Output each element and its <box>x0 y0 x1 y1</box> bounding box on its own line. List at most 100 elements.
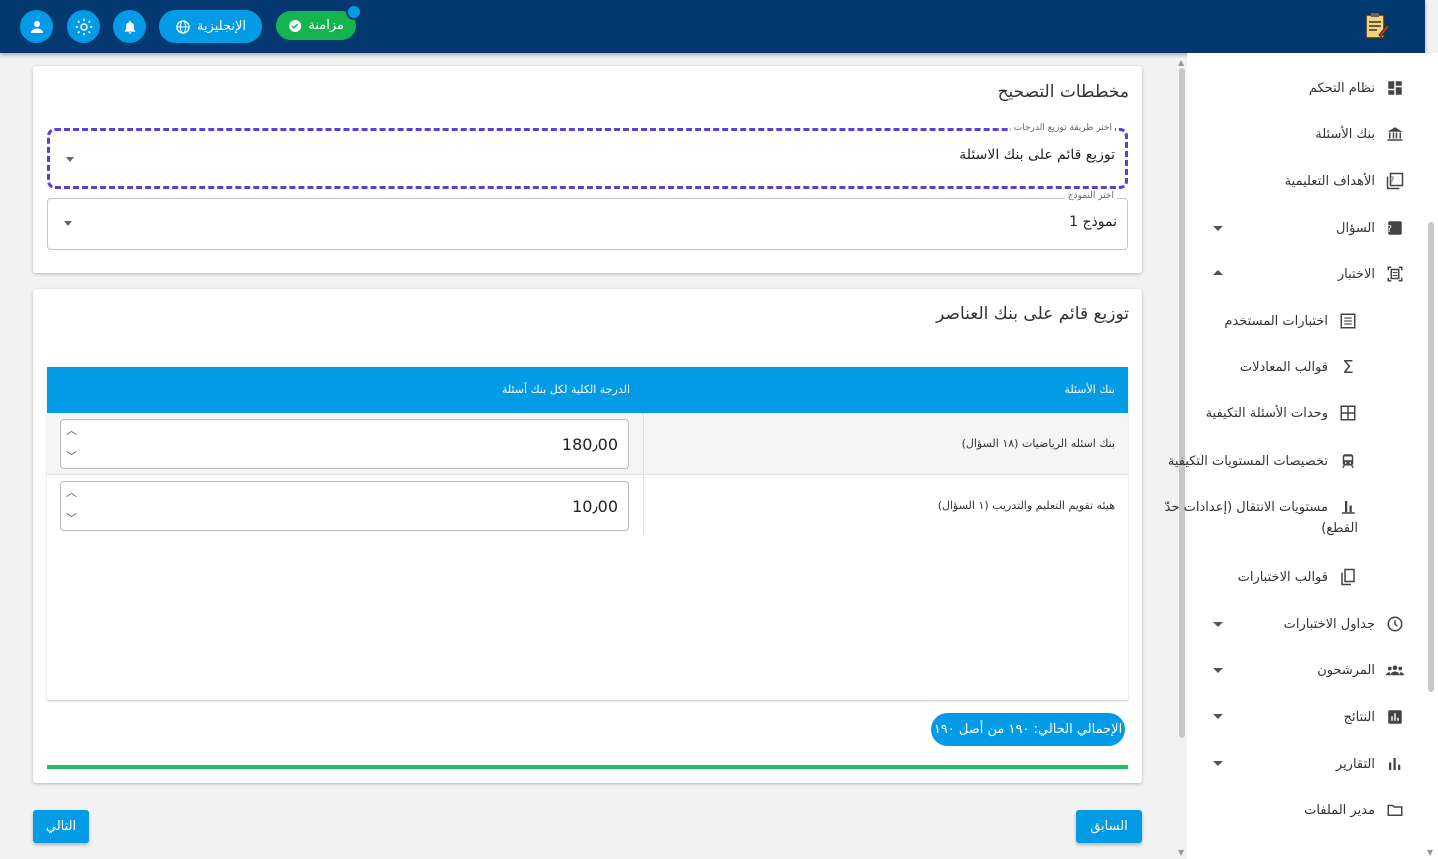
sidebar-item-exam-schedules[interactable]: جداول الاختبارات <box>1284 604 1405 644</box>
svg-text:?: ? <box>1387 224 1392 235</box>
list-icon <box>1338 311 1358 331</box>
sidebar-item-label: اختبارات المستخدم <box>1224 313 1328 329</box>
user-profile-button[interactable] <box>20 10 53 43</box>
next-button[interactable]: التالي <box>33 810 89 843</box>
decrement-icon[interactable]: ﹀ <box>66 510 77 526</box>
sidebar-item-user-exams[interactable]: اختبارات المستخدم <box>1224 301 1358 341</box>
reports-icon <box>1385 754 1405 774</box>
model-value: نموذج 1 <box>1069 214 1117 230</box>
distribution-progress-bar <box>47 765 1128 769</box>
language-switch-button[interactable]: الإنجليزية <box>159 10 262 43</box>
bank-name: هيئه تقويم التعليم والتدريب (١ السؤال) <box>937 499 1115 512</box>
column-header-total: الدرجة الكلية لكل بنك أسئلة <box>501 383 630 396</box>
table-header: بنك الأسئلة الدرجة الكلية لكل بنك أسئلة <box>47 367 1128 413</box>
copy-icon <box>1338 567 1358 587</box>
distribution-method-select[interactable]: اختر طريقة توزيع الدرجات توزيع قائم على … <box>47 123 1128 189</box>
language-label: الإنجليزية <box>196 19 247 34</box>
sidebar-item-label: قوالب الاختبارات <box>1237 569 1328 585</box>
distribution-card: توزيع قائم على بنك العناصر بنك الأسئلة ا… <box>33 289 1142 783</box>
sidebar-item-question-bank[interactable]: بنك الأسئلة <box>1315 114 1405 154</box>
app-logo-icon[interactable] <box>1361 11 1391 41</box>
sidebar-item-label: مستويات الانتقال (إعدادات حدّ <box>1164 499 1328 515</box>
sidebar-item-label: التقارير <box>1335 756 1375 772</box>
clock-icon <box>1385 614 1405 634</box>
sidebar-item-label: قوالب المعادلات <box>1239 359 1328 375</box>
sidebar-item-adaptive-levels[interactable]: تخصيصات المستويات التكيفية <box>1168 441 1358 481</box>
sync-button[interactable]: مزامنة <box>276 4 362 40</box>
sidebar-item-equation-templates[interactable]: Σ قوالب المعادلات <box>1240 347 1358 387</box>
sidebar-item-label: وحدات الأسئلة التكيفية <box>1205 405 1328 421</box>
sidebar-item-adaptive-units[interactable]: وحدات الأسئلة التكيفية <box>1206 393 1358 433</box>
increment-icon[interactable]: ︿ <box>66 484 77 500</box>
chevron-down-icon[interactable] <box>1213 761 1223 766</box>
sidebar-item-label: مدير الملفات <box>1304 802 1375 818</box>
score-value: 180٫00 <box>561 435 618 454</box>
theme-toggle-button[interactable] <box>67 10 100 43</box>
distribution-title: توزيع قائم على بنك العناصر <box>936 304 1129 324</box>
bank-icon <box>1385 124 1405 144</box>
page-scrollbar[interactable] <box>1428 222 1434 692</box>
sidebar-item-label: النتائج <box>1343 709 1375 725</box>
sidebar-item-exam-templates[interactable]: قوالب الاختبارات <box>1238 557 1358 597</box>
notifications-button[interactable] <box>113 10 146 43</box>
chevron-down-icon[interactable] <box>1213 622 1223 627</box>
globe-icon <box>176 19 190 34</box>
sidebar-item-dashboard[interactable]: نظام التحكم <box>1309 68 1405 108</box>
bar-chart-icon <box>1338 497 1358 517</box>
objectives-icon: ? <box>1385 171 1405 191</box>
chevron-down-icon[interactable] <box>1213 714 1223 719</box>
sun-icon <box>75 18 92 35</box>
question-icon: ? <box>1385 218 1405 238</box>
sidebar-item-candidates[interactable]: المرشحون <box>1317 650 1405 690</box>
top-app-bar: الإنجليزية مزامنة <box>0 0 1425 53</box>
current-total-badge: الإجمالي الحالي: ١٩٠ من أصل ١٩٠ <box>931 713 1125 746</box>
svg-text:?: ? <box>1390 176 1394 185</box>
grid-icon <box>1338 403 1358 423</box>
model-select[interactable]: اختر النموذج نموذج 1 <box>47 191 1128 250</box>
table-row: هيئه تقويم التعليم والتدريب (١ السؤال) 1… <box>47 475 1128 535</box>
sidebar-item-label-cont: القطع) <box>1321 521 1358 536</box>
bank-name: بنك اسئله الرياضيات (١٨ السؤال) <box>961 437 1115 450</box>
people-icon <box>1385 660 1405 680</box>
dropdown-arrow-icon <box>64 221 72 226</box>
results-icon <box>1385 707 1405 727</box>
sidebar-item-label: السؤال <box>1336 220 1375 236</box>
table-row: بنك اسئله الرياضيات (١٨ السؤال) 180٫00 ︿… <box>47 413 1128 475</box>
sidebar-item-objectives[interactable]: ? الأهداف التعليمية <box>1285 161 1405 201</box>
sidebar-item-reports[interactable]: التقارير <box>1336 744 1405 784</box>
score-input[interactable]: 10٫00 ︿ ﹀ <box>60 481 629 531</box>
folder-icon <box>1385 800 1405 820</box>
score-value: 10٫00 <box>572 497 618 516</box>
sync-label: مزامنة <box>308 18 344 33</box>
scroll-up-arrow[interactable]: ▲ <box>1178 58 1184 67</box>
sync-status-dot <box>346 4 362 20</box>
decrement-icon[interactable]: ﹀ <box>66 448 77 464</box>
sidebar-item-label: نظام التحكم <box>1308 80 1375 96</box>
check-circle-icon <box>289 19 302 32</box>
increment-icon[interactable]: ︿ <box>66 422 77 438</box>
chevron-down-icon[interactable] <box>1213 668 1223 673</box>
sidebar-item-label: المرشحون <box>1317 662 1375 678</box>
previous-button[interactable]: السابق <box>1076 810 1142 843</box>
column-header-bank: بنك الأسئلة <box>1064 383 1115 396</box>
distribution-method-label: اختر طريقة توزيع الدرجات <box>1010 123 1115 133</box>
sidebar-item-label: بنك الأسئلة <box>1315 126 1375 142</box>
chevron-up-icon[interactable] <box>1213 270 1223 275</box>
sidebar-item-results[interactable]: النتائج <box>1344 697 1405 737</box>
scroll-down-arrow[interactable]: ▼ <box>1178 848 1184 857</box>
column-divider <box>643 475 644 535</box>
score-input[interactable]: 180٫00 ︿ ﹀ <box>60 419 629 469</box>
model-label: اختر النموذج <box>1064 191 1117 201</box>
dropdown-arrow-icon <box>66 157 74 162</box>
dashboard-icon <box>1385 78 1405 98</box>
exam-icon <box>1385 264 1405 284</box>
sidebar-item-label: الاختبار <box>1337 266 1375 282</box>
chevron-down-icon[interactable] <box>1213 226 1223 231</box>
page-scroll-down-arrow[interactable]: ▼ <box>1427 848 1433 857</box>
sidebar-item-file-manager[interactable]: مدير الملفات <box>1304 790 1405 830</box>
sidebar-item-question[interactable]: ? السؤال <box>1336 208 1405 248</box>
sidebar-item-exam[interactable]: الاختبار <box>1338 254 1405 294</box>
grading-schemes-card: مخططات التصحيح اختر طريقة توزيع الدرجات … <box>33 66 1142 273</box>
distribution-table: بنك الأسئلة الدرجة الكلية لكل بنك أسئلة … <box>47 367 1128 700</box>
sidebar-scrollbar[interactable] <box>1179 68 1185 738</box>
